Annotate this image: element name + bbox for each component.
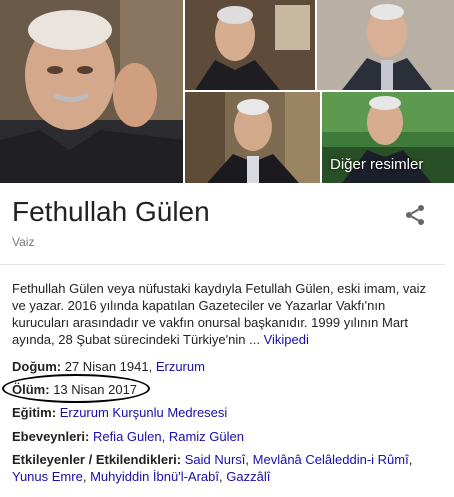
source-link[interactable]: Vikipedi	[264, 332, 309, 347]
parent-link[interactable]: Refia Gulen	[93, 429, 162, 444]
image-collage: Diğer resimler	[0, 0, 454, 183]
fact-label: Etkileyenler / Etkilendikleri:	[12, 452, 182, 467]
main-photo[interactable]	[0, 0, 183, 183]
photo-thumbnail[interactable]	[185, 0, 315, 90]
influence-link[interactable]: Said Nursî	[185, 452, 246, 467]
more-images-label[interactable]: Diğer resimler	[330, 156, 423, 173]
birth-place-link[interactable]: Erzurum	[156, 359, 205, 374]
description: Fethullah Gülen veya nüfustaki kaydıyla …	[12, 280, 442, 348]
photo-thumbnail[interactable]	[317, 0, 454, 90]
thumbnail-image	[185, 92, 320, 183]
share-icon[interactable]	[403, 203, 427, 227]
influence-link[interactable]: Yunus Emre	[12, 469, 83, 484]
parent-link[interactable]: Ramiz Gülen	[169, 429, 244, 444]
highlight-ellipse-annotation	[2, 374, 150, 403]
education-link[interactable]: Erzurum Kurşunlu Medresesi	[60, 405, 228, 420]
fact-label: Doğum:	[12, 359, 62, 374]
separator: ,	[82, 469, 91, 484]
fact-label: Ebeveynleri:	[12, 429, 90, 444]
separator: ,	[245, 452, 253, 467]
separator: ,	[161, 429, 169, 444]
description-text: Fethullah Gülen veya nüfustaki kaydıyla …	[12, 281, 427, 347]
separator: ,	[408, 452, 413, 467]
divider	[0, 264, 445, 265]
photo-thumbnail[interactable]	[185, 92, 320, 183]
fact-education: Eğitim: Erzurum Kurşunlu Medresesi	[12, 404, 447, 421]
thumbnail-image	[317, 0, 454, 90]
fact-influences: Etkileyenler / Etkilendikleri: Said Nurs…	[12, 451, 447, 485]
influence-link[interactable]: Gazzâlî	[226, 469, 270, 484]
portrait-image	[0, 0, 183, 183]
influence-link[interactable]: Mevlânâ Celâleddin-i Rûmî	[253, 452, 409, 467]
influence-link[interactable]: Muhyiddin İbnü'l-Arabî	[90, 469, 219, 484]
fact-parents: Ebeveynleri: Refia Gulen, Ramiz Gülen	[12, 428, 447, 445]
fact-birth: Doğum: 27 Nisan 1941, Erzurum	[12, 358, 447, 375]
entity-title: Fethullah Gülen	[12, 196, 210, 227]
knowledge-panel: Diğer resimler Fethullah Gülen Vaiz Feth…	[0, 0, 454, 497]
fact-label: Eğitim:	[12, 405, 57, 420]
entity-subtitle: Vaiz	[12, 235, 35, 249]
thumbnail-image	[185, 0, 315, 90]
birth-date: 27 Nisan 1941,	[64, 359, 153, 374]
